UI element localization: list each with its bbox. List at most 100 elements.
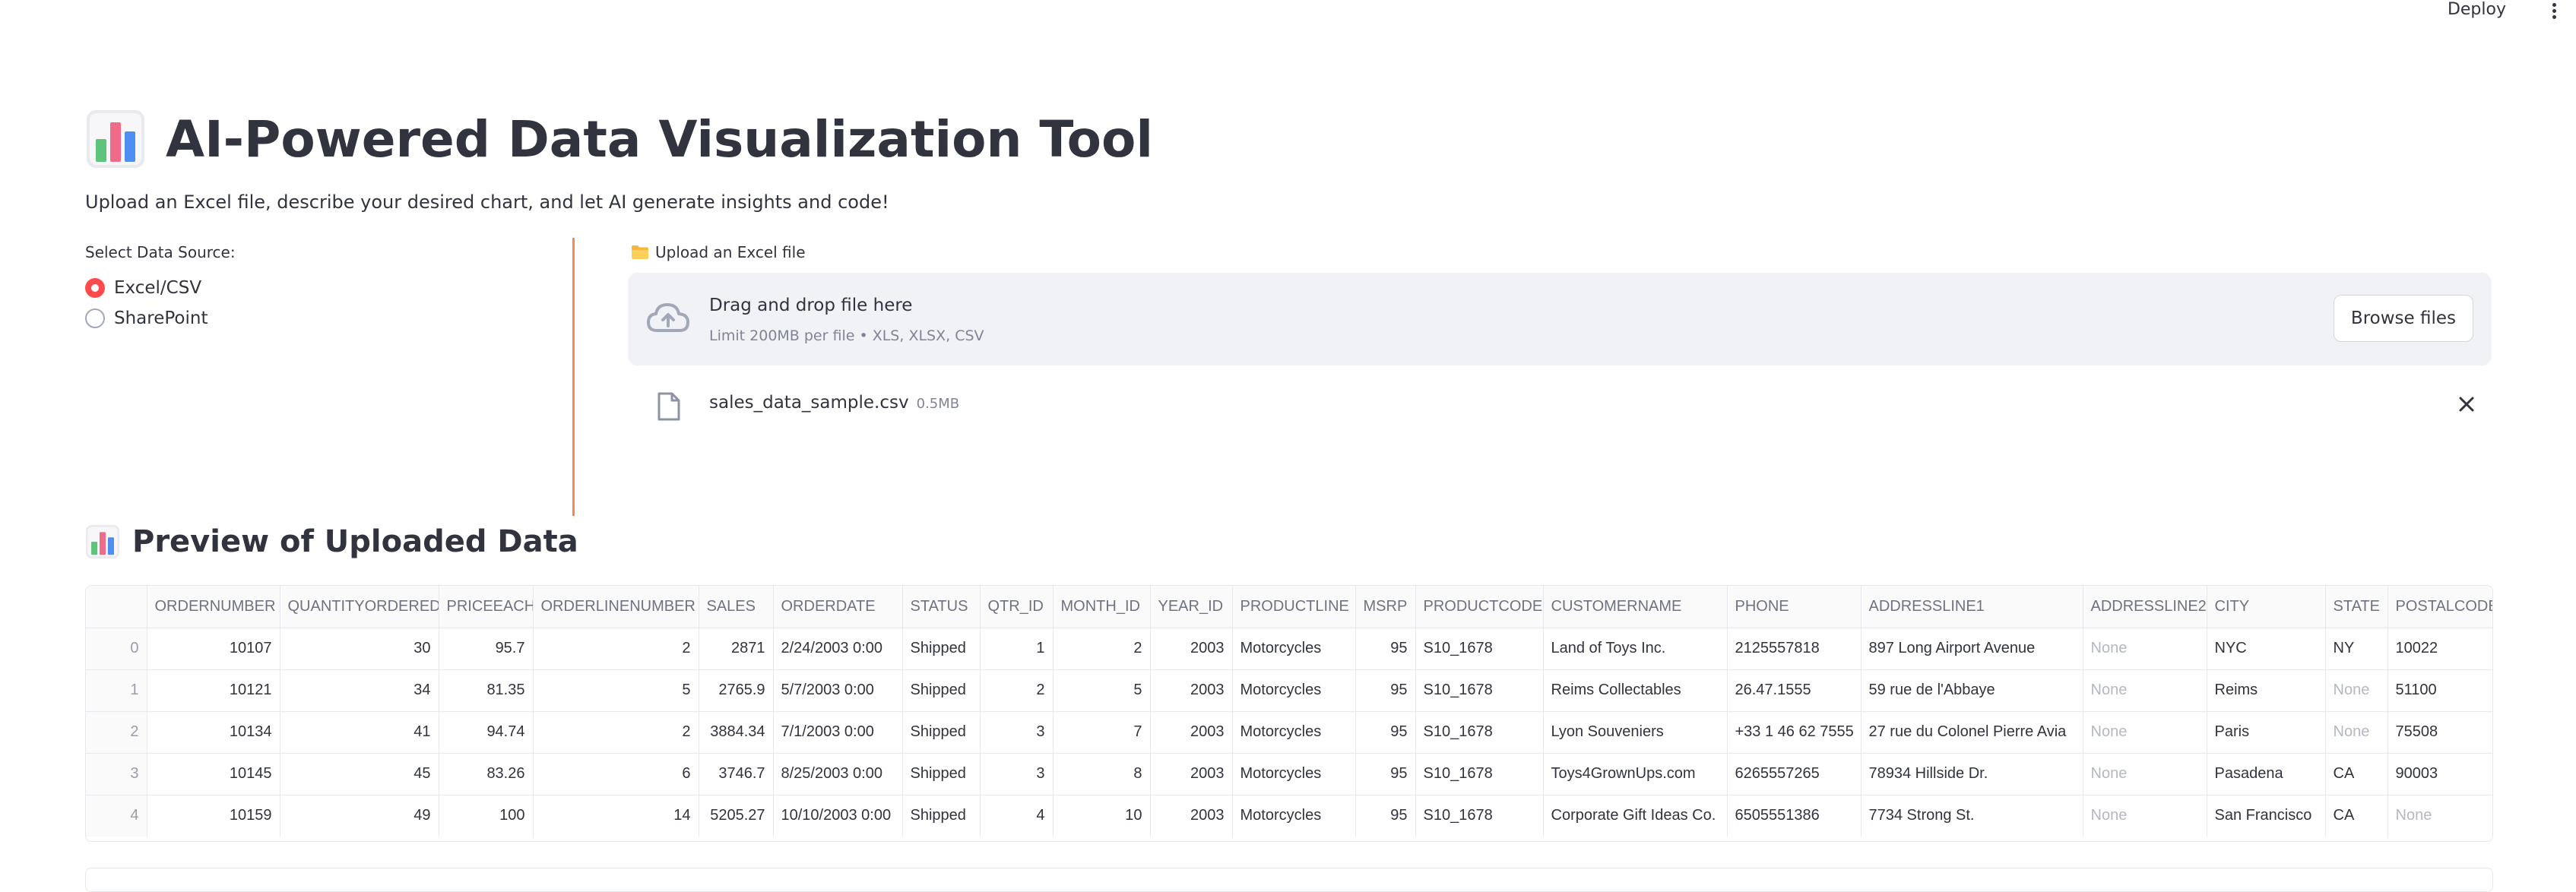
table-cell[interactable]: None <box>2083 628 2207 670</box>
table-cell[interactable]: 7/1/2003 0:00 <box>773 711 903 754</box>
table-cell[interactable]: 2 <box>980 669 1054 712</box>
table-cell[interactable]: None <box>2083 753 2207 796</box>
table-cell[interactable]: None <box>2083 669 2207 712</box>
column-header[interactable]: CITY <box>2207 586 2326 628</box>
table-cell[interactable]: 10121 <box>147 669 280 712</box>
column-header[interactable]: STATUS <box>902 586 981 628</box>
table-row[interactable]: 1 10121 34 81.35 5 2765.9 5/7/2003 0:00 Shipped… <box>86 669 2492 712</box>
table-cell[interactable]: 8 <box>1053 753 1151 796</box>
table-cell[interactable]: 49 <box>280 795 439 837</box>
column-header[interactable]: QTR_ID <box>980 586 1054 628</box>
table-cell[interactable]: 5 <box>1053 669 1151 712</box>
table-cell[interactable]: Shipped <box>902 753 981 796</box>
table-cell[interactable]: 51100 <box>2387 669 2492 712</box>
table-cell[interactable]: Motorcycles <box>1232 628 1356 670</box>
table-cell[interactable]: S10_1678 <box>1415 795 1544 837</box>
table-cell[interactable]: 2003 <box>1150 669 1233 712</box>
column-header[interactable]: PHONE <box>1727 586 1862 628</box>
row-index[interactable]: 4 <box>86 795 147 837</box>
table-cell[interactable]: 34 <box>280 669 439 712</box>
table-cell[interactable]: 95 <box>1355 628 1416 670</box>
table-cell[interactable]: None <box>2325 711 2388 754</box>
table-cell[interactable]: Shipped <box>902 669 981 712</box>
table-cell[interactable]: Lyon Souveniers <box>1543 711 1728 754</box>
table-cell[interactable]: 10134 <box>147 711 280 754</box>
column-header[interactable]: PRODUCTLINE <box>1232 586 1356 628</box>
table-cell[interactable]: Shipped <box>902 711 981 754</box>
table-row[interactable]: 2 10134 41 94.74 2 3884.34 7/1/2003 0:00 Shippe… <box>86 711 2492 754</box>
table-cell[interactable]: 2 <box>533 711 699 754</box>
table-cell[interactable]: San Francisco <box>2207 795 2326 837</box>
table-cell[interactable]: Corporate Gift Ideas Co. <box>1543 795 1728 837</box>
table-cell[interactable]: 100 <box>439 795 534 837</box>
table-cell[interactable]: 26.47.1555 <box>1727 669 1862 712</box>
table-cell[interactable]: 2871 <box>699 628 774 670</box>
table-cell[interactable]: Motorcycles <box>1232 795 1356 837</box>
column-header[interactable]: ADDRESSLINE2 <box>2083 586 2207 628</box>
table-cell[interactable]: S10_1678 <box>1415 711 1544 754</box>
table-cell[interactable]: CA <box>2325 753 2388 796</box>
table-cell[interactable]: 83.26 <box>439 753 534 796</box>
table-cell[interactable]: Reims <box>2207 669 2326 712</box>
table-cell[interactable]: 3746.7 <box>699 753 774 796</box>
table-cell[interactable]: 95 <box>1355 711 1416 754</box>
table-cell[interactable]: 2003 <box>1150 711 1233 754</box>
table-cell[interactable]: S10_1678 <box>1415 628 1544 670</box>
column-header[interactable]: YEAR_ID <box>1150 586 1233 628</box>
column-header[interactable]: CUSTOMERNAME <box>1543 586 1728 628</box>
table-cell[interactable]: 90003 <box>2387 753 2492 796</box>
column-header[interactable]: POSTALCODE <box>2387 586 2492 628</box>
radio-unselected-icon[interactable] <box>85 308 105 328</box>
data-preview-table[interactable]: ORDERNUMBER QUANTITYORDERED PRICEEACH ORDER… <box>85 585 2493 842</box>
table-cell[interactable]: 3 <box>980 753 1054 796</box>
table-cell[interactable]: Land of Toys Inc. <box>1543 628 1728 670</box>
table-cell[interactable]: NY <box>2325 628 2388 670</box>
column-header[interactable]: PRODUCTCODE <box>1415 586 1544 628</box>
table-cell[interactable]: 95 <box>1355 669 1416 712</box>
column-header[interactable]: MONTH_ID <box>1053 586 1151 628</box>
table-cell[interactable]: S10_1678 <box>1415 669 1544 712</box>
column-header[interactable]: ADDRESSLINE1 <box>1861 586 2083 628</box>
column-header[interactable]: ORDERNUMBER <box>147 586 280 628</box>
table-cell[interactable]: Motorcycles <box>1232 753 1356 796</box>
table-row[interactable]: 4 10159 49 100 14 5205.27 10/10/2003 0:00 Shipp… <box>86 795 2492 837</box>
table-cell[interactable]: Reims Collectables <box>1543 669 1728 712</box>
table-cell[interactable]: S10_1678 <box>1415 753 1544 796</box>
column-header[interactable]: ORDERLINENUMBER <box>533 586 699 628</box>
deploy-button[interactable]: Deploy <box>2443 0 2511 21</box>
browse-files-button[interactable]: Browse files <box>2333 295 2473 342</box>
column-header[interactable]: STATE <box>2325 586 2388 628</box>
table-cell[interactable]: 4 <box>980 795 1054 837</box>
table-row[interactable]: 3 10145 45 83.26 6 3746.7 8/25/2003 0:00 Shippe… <box>86 753 2492 796</box>
table-cell[interactable]: None <box>2083 711 2207 754</box>
table-cell[interactable]: 45 <box>280 753 439 796</box>
table-cell[interactable]: Pasadena <box>2207 753 2326 796</box>
table-cell[interactable]: 6505551386 <box>1727 795 1862 837</box>
row-index[interactable]: 2 <box>86 711 147 754</box>
column-header[interactable]: PRICEEACH <box>439 586 534 628</box>
table-cell[interactable]: 897 Long Airport Avenue <box>1861 628 2083 670</box>
table-cell[interactable]: Shipped <box>902 628 981 670</box>
table-cell[interactable]: 2003 <box>1150 753 1233 796</box>
column-header[interactable]: MSRP <box>1355 586 1416 628</box>
table-cell[interactable]: 7734 Strong St. <box>1861 795 2083 837</box>
table-cell[interactable]: 10159 <box>147 795 280 837</box>
table-cell[interactable]: 1 <box>980 628 1054 670</box>
table-cell[interactable]: 95 <box>1355 795 1416 837</box>
row-index[interactable]: 3 <box>86 753 147 796</box>
table-cell[interactable]: 3 <box>980 711 1054 754</box>
table-cell[interactable]: +33 1 46 62 7555 <box>1727 711 1862 754</box>
radio-option-sharepoint[interactable]: SharePoint <box>85 308 208 328</box>
table-cell[interactable]: 27 rue du Colonel Pierre Avia <box>1861 711 2083 754</box>
table-cell[interactable]: 2125557818 <box>1727 628 1862 670</box>
row-index[interactable]: 0 <box>86 628 147 670</box>
table-cell[interactable]: 8/25/2003 0:00 <box>773 753 903 796</box>
table-cell[interactable]: 78934 Hillside Dr. <box>1861 753 2083 796</box>
table-cell[interactable]: None <box>2325 669 2388 712</box>
table-cell[interactable]: 2 <box>533 628 699 670</box>
table-cell[interactable]: 2/24/2003 0:00 <box>773 628 903 670</box>
table-cell[interactable]: 5/7/2003 0:00 <box>773 669 903 712</box>
table-cell[interactable]: None <box>2387 795 2492 837</box>
table-cell[interactable]: 75508 <box>2387 711 2492 754</box>
table-cell[interactable]: Paris <box>2207 711 2326 754</box>
